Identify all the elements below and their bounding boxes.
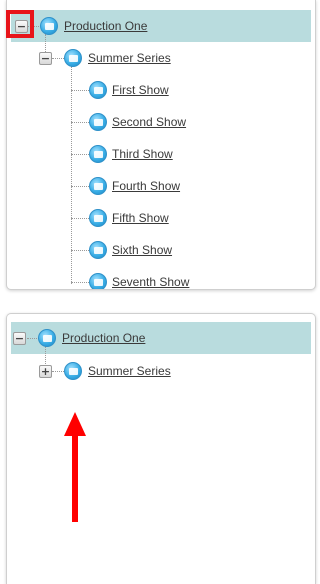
tree-panel-collapsed: − Production One + Summer Series: [6, 313, 316, 584]
tree-node-label[interactable]: Summer Series: [88, 364, 171, 378]
tree-node-label[interactable]: Sixth Show: [112, 243, 172, 257]
collapse-toggle-button[interactable]: −: [13, 331, 26, 345]
folder-icon: [89, 273, 107, 289]
tree-node-label[interactable]: Summer Series: [88, 51, 171, 65]
folder-icon: [89, 113, 107, 131]
tree-connector: [71, 186, 89, 187]
tree-node-series: + Summer Series: [39, 359, 171, 383]
tree-connector: [71, 218, 89, 219]
tree-connector: [71, 90, 89, 91]
tree-node-series: − Summer Series: [39, 46, 171, 70]
tree-connector: [71, 66, 72, 284]
folder-icon: [89, 81, 107, 99]
tree-node-label[interactable]: Production One: [64, 19, 147, 33]
highlight-annotation-box: [6, 10, 34, 38]
tree-node-show: Seventh Show: [89, 270, 189, 289]
tree-node-show: Sixth Show: [89, 238, 172, 262]
tree-connector: [71, 122, 89, 123]
folder-icon: [64, 362, 82, 380]
tree-node-label[interactable]: Seventh Show: [112, 275, 189, 289]
folder-icon: [64, 49, 82, 67]
folder-icon: [38, 329, 56, 347]
tree-node-root: − Production One: [13, 326, 145, 350]
folder-icon: [89, 241, 107, 259]
tree-node-label[interactable]: First Show: [112, 83, 169, 97]
tree-node-label[interactable]: Second Show: [112, 115, 186, 129]
tree-panel-expanded: − Production One − Summer Series First S…: [6, 0, 316, 290]
expand-toggle-button[interactable]: +: [39, 364, 52, 378]
tree-node-label[interactable]: Fifth Show: [112, 211, 169, 225]
tree-node-show: Second Show: [89, 110, 186, 134]
tree-node-show: Third Show: [89, 142, 173, 166]
folder-icon: [89, 145, 107, 163]
tree-node-label[interactable]: Production One: [62, 331, 145, 345]
folder-icon: [89, 177, 107, 195]
tree-node-show: Fourth Show: [89, 174, 180, 198]
tree-node-root: − Production One: [15, 14, 147, 38]
tree-node-label[interactable]: Fourth Show: [112, 179, 180, 193]
tree-connector: [71, 282, 89, 283]
tree-connector: [71, 154, 89, 155]
collapse-toggle-button[interactable]: −: [39, 51, 52, 65]
folder-icon: [40, 17, 58, 35]
tree-node-show: Fifth Show: [89, 206, 169, 230]
tree-connector: [71, 250, 89, 251]
folder-icon: [89, 209, 107, 227]
tree-node-show: First Show: [89, 78, 169, 102]
up-arrow-annotation-icon: [64, 412, 86, 522]
tree-node-label[interactable]: Third Show: [112, 147, 173, 161]
